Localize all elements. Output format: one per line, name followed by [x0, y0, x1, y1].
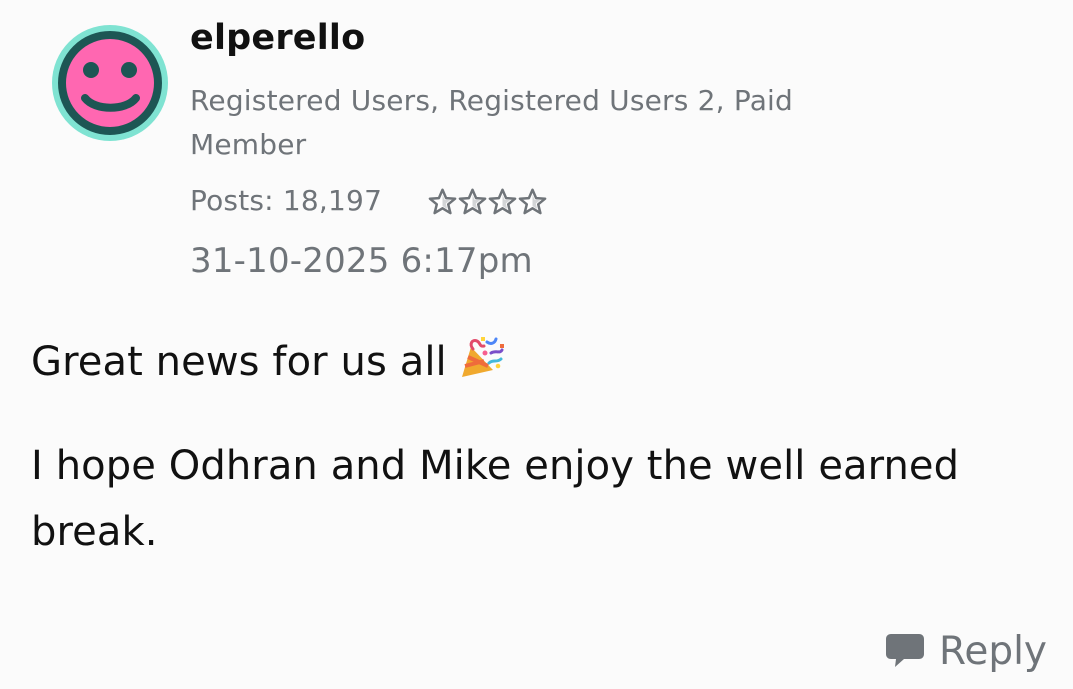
- reply-label: Reply: [939, 628, 1048, 674]
- star-rank-icon: [458, 188, 487, 217]
- forum-post-card: elperello Registered Users, Registered U…: [0, 0, 1073, 689]
- smiley-avatar-icon: [52, 25, 168, 141]
- post-timestamp: 31-10-2025 6:17pm: [190, 241, 533, 281]
- post-count: Posts: 18,197: [190, 184, 383, 217]
- post-body: Great news for us all I hope Odhran and …: [31, 329, 1041, 565]
- reply-button[interactable]: Reply: [885, 620, 1047, 682]
- speech-bubble-icon: [885, 633, 925, 669]
- post-paragraph-2: I hope Odhran and Mike enjoy the well ea…: [31, 443, 960, 555]
- author-roles-line-2: Member: [190, 128, 307, 161]
- user-avatar[interactable]: [52, 25, 168, 141]
- star-rank-icon: [518, 188, 547, 217]
- star-rank-icon: [488, 188, 517, 217]
- post-paragraph-1-text: Great news for us all: [31, 339, 447, 385]
- author-roles: Registered Users, Registered Users 2, Pa…: [190, 79, 810, 167]
- star-rank-icon: [428, 188, 457, 217]
- author-roles-line-1: Registered Users, Registered Users 2, Pa…: [190, 84, 794, 117]
- author-name[interactable]: elperello: [190, 18, 365, 58]
- party-popper-icon: [457, 335, 505, 383]
- rank-stars: [428, 188, 547, 217]
- post-paragraph-1: Great news for us all: [31, 329, 1041, 395]
